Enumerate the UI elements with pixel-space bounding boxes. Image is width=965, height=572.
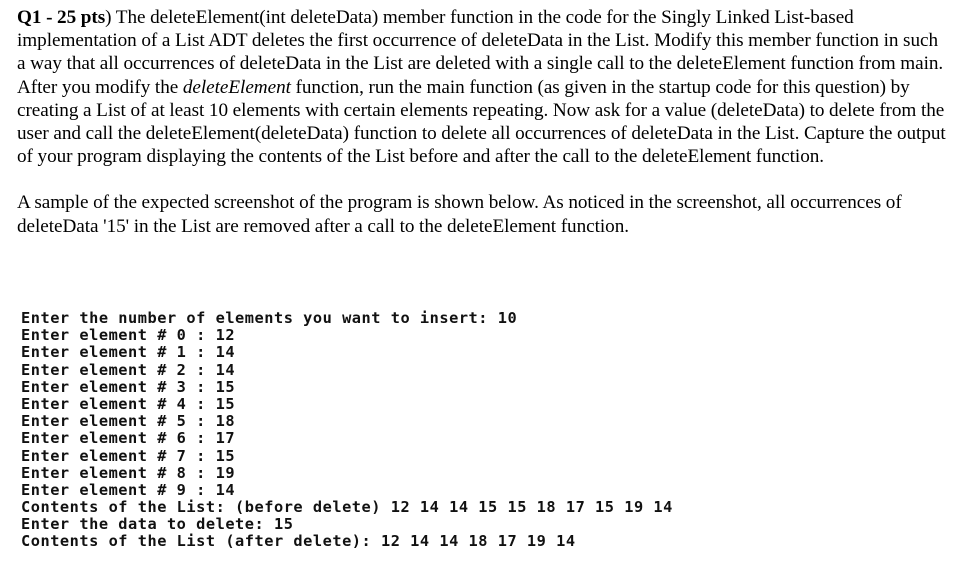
question-number-bold: Q1 - 25 pts [17, 7, 106, 28]
console-line: Contents of the List: (before delete) 12… [21, 498, 673, 517]
console-line: Enter element # 8 : 19 [21, 463, 236, 482]
console-line: Enter element # 2 : 14 [21, 360, 236, 379]
console-line: Enter element # 6 : 17 [21, 429, 236, 448]
console-line: Enter element # 3 : 15 [21, 377, 236, 396]
console-line: Enter element # 1 : 14 [21, 343, 236, 362]
document-page: Q1 - 25 pts) The deleteElement(int delet… [0, 0, 965, 572]
console-line: Enter element # 7 : 15 [21, 446, 236, 465]
console-line: Enter element # 4 : 15 [21, 394, 236, 413]
question-paragraph-2: A sample of the expected screenshot of t… [17, 191, 951, 237]
paragraph-text-run: A sample of the expected screenshot of t… [17, 192, 902, 237]
question-paragraph-1: Q1 - 25 pts) The deleteElement(int delet… [17, 6, 951, 168]
emphasized-function-name: deleteElement [182, 76, 291, 98]
console-line: Enter element # 0 : 12 [21, 326, 236, 345]
console-line: Enter the data to delete: 15 [21, 515, 294, 534]
console-line: Enter element # 9 : 14 [21, 480, 236, 499]
console-line: Contents of the List (after delete): 12 … [21, 532, 576, 551]
console-line: Enter element # 5 : 18 [21, 412, 236, 431]
console-output-capture: Enter the number of elements you want to… [21, 309, 673, 551]
question-body: Q1 - 25 pts) The deleteElement(int delet… [17, 6, 951, 238]
console-line: Enter the number of elements you want to… [21, 309, 518, 327]
